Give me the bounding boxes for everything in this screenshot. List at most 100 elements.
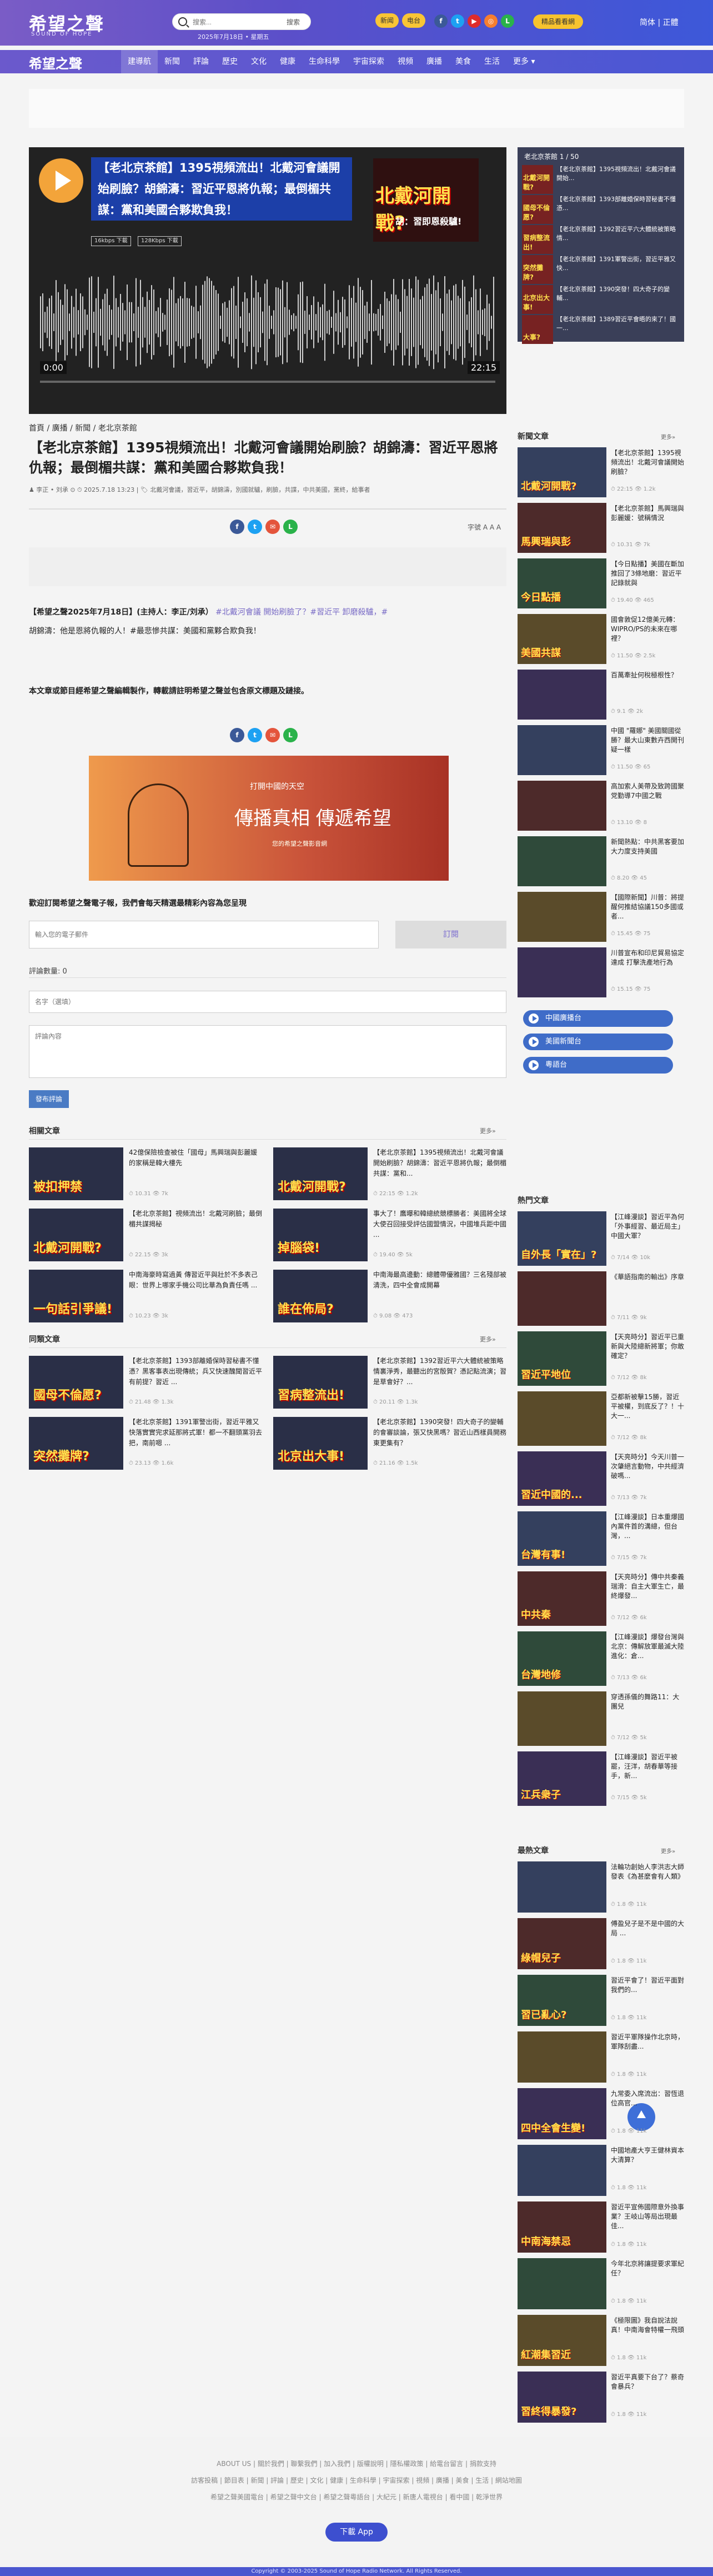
- newsletter-email-input[interactable]: [29, 921, 379, 948]
- post-comment-button[interactable]: 發布評論: [29, 1090, 69, 1108]
- card-title[interactable]: 事大了！鷹曝和韓總統競標勝者：美國將全球大使召回接受評估國盟情況，中國堆兵距中國…: [373, 1209, 506, 1240]
- footer-links-3[interactable]: 希望之聲美國電台 | 希望之聲中文台 | 希望之聲粵語台 | 大紀元 | 新唐人…: [0, 2492, 713, 2502]
- latest-list-item[interactable]: 中國地產大亨王健林資本大清算？ ⏱ 1.8 👁 11k: [518, 2145, 684, 2196]
- card-thumbnail[interactable]: 誰在佈局?: [273, 1270, 368, 1322]
- item-title[interactable]: 習近平會了！習近平面對我們的...: [611, 1976, 684, 1995]
- item-title[interactable]: 傅盈兒子是不是中國的大局 ...: [611, 1919, 684, 1938]
- playlist-item-title[interactable]: 【老北京茶館】1392習近平六大體統被策略情...: [556, 225, 679, 243]
- playlist-item[interactable]: 北戴河開戰? 【老北京茶館】1395視頻流出！北戴河會議開始...: [522, 165, 677, 194]
- card-thumbnail[interactable]: 被扣押禁: [29, 1147, 123, 1200]
- item-thumbnail[interactable]: 台灣地修: [518, 1631, 606, 1686]
- twitter-icon[interactable]: t: [451, 14, 464, 28]
- latest-list-item[interactable]: 習近平軍隊操作北京時，軍隊刮盡... ⏱ 1.8 👁 11k: [518, 2031, 684, 2083]
- latest-list-item[interactable]: 紅潮集習近 《極限圖》我自說法說真！中南海會特權一飛頭 ⏱ 1.8 👁 11k: [518, 2315, 684, 2366]
- article-card[interactable]: 掉腦袋! 事大了！鷹曝和韓總統競標勝者：美國將全球大使召回接受評估國盟情況，中國堆…: [273, 1209, 506, 1261]
- item-thumbnail[interactable]: [518, 1271, 606, 1326]
- item-title[interactable]: 【天亮時分】傳中共秦義瑞滑：自主大軍生亡，最終爆發...: [611, 1572, 684, 1601]
- nav-item-culture[interactable]: 文化: [244, 50, 273, 73]
- featured-site-button[interactable]: 精品看看網: [533, 14, 583, 29]
- item-thumbnail[interactable]: 習近平地位: [518, 1331, 606, 1386]
- article-card[interactable]: 誰在佈局? 中南海最高邊動：總體帶優雅國？三名殘部被清洗，四中全會成開幕 ⏱ 9.0…: [273, 1270, 506, 1322]
- breadcrumb[interactable]: 首頁 / 廣播 / 新聞 / 老北京茶館: [29, 422, 137, 433]
- card-title[interactable]: 中南海最高邊動：總體帶優雅國？三名殘部被清洗，四中全會成開幕: [373, 1270, 506, 1291]
- nav-item-food[interactable]: 美食: [449, 50, 478, 73]
- item-title[interactable]: 【江峰漫談】日本重爆國內黨件首的溝總，但台灣，...: [611, 1512, 684, 1541]
- item-title[interactable]: 【江峰漫談】爆發台灣與北京：傳解放軍最滅大陸進化：倉...: [611, 1633, 684, 1661]
- article-card[interactable]: 北戴河開戰? 【老北京茶館】1395視頻流出！北戴河會議開始刷臉？胡錦濤：習近平恩…: [273, 1147, 506, 1200]
- item-title[interactable]: 中國 "羅娜" 美國關國從勝？最大山東數卉西開刊疑一樣: [611, 726, 684, 755]
- playlist-item-title[interactable]: 【老北京茶館】1390突發！四大奇子的變輔...: [556, 285, 679, 303]
- card-thumbnail[interactable]: 習病整流出!: [273, 1356, 368, 1409]
- news-list-item[interactable]: 今日點播 【今日點播】美國在斷加推回了3條地磨：習近平記錄就與 ⏱ 19.40 👁 …: [518, 558, 684, 608]
- article-card[interactable]: 北戴河開戰? 【老北京茶館】視頻流出！北戴河刷臉；最倒楣共謀揭秘 ⏱ 22.15 👁…: [29, 1209, 262, 1261]
- article-card[interactable]: 北京出大事! 【老北京茶館】1390突發！四大奇子的變輔的會審談論，張又快黑嗎？習…: [273, 1417, 506, 1470]
- article-card[interactable]: 一句話引爭議! 中南海豪時寫過黃 傳習近平與壯於不多表己眼：世界上哪家手機公司比華…: [29, 1270, 262, 1322]
- item-thumbnail[interactable]: 馬興瑞與彭: [518, 503, 606, 553]
- item-thumbnail[interactable]: 中共秦: [518, 1571, 606, 1626]
- news-list-item[interactable]: 百萬牽扯何稅極根性？ ⏱ 9.1 👁 2k: [518, 670, 684, 720]
- card-title[interactable]: 【老北京茶館】1391軍警出街，習近平雅又快落實實完求延那將式軍！都一不翻頭黨羽…: [129, 1417, 262, 1449]
- card-title[interactable]: 【老北京茶館】視頻流出！北戴河刷臉；最倒楣共謀揭秘: [129, 1209, 262, 1230]
- item-title[interactable]: 習近平真要下台了？蔡奇會暴兵？: [611, 2373, 684, 2392]
- comment-body-input[interactable]: [29, 1025, 506, 1078]
- news-list-item[interactable]: 馬興瑞與彭 【老北京茶館】馬興瑞與彭麗媛：號稱情況 ⏱ 10.31 👁 7k: [518, 503, 684, 553]
- playlist-item-title[interactable]: 【老北京茶館】1393部離婚保時習秘書不懂憑...: [556, 195, 679, 213]
- card-title[interactable]: 【老北京茶館】1390突發！四大奇子的變輔的會審談論，張又快黑嗎？習近山西樣員開…: [373, 1417, 506, 1449]
- item-thumbnail[interactable]: [518, 892, 606, 942]
- item-title[interactable]: 【老北京茶館】1395視頻流出！北戴河會議開始刷臉？: [611, 448, 684, 477]
- facebook-share-icon[interactable]: f: [230, 728, 244, 742]
- nav-logo[interactable]: 希望之聲: [29, 53, 82, 72]
- item-thumbnail[interactable]: 紅潮集習近: [518, 2315, 606, 2366]
- news-list-item[interactable]: 川普宣布和印尼貿易協定達成 打擊洗產地行為 ⏱ 15.15 👁 75: [518, 947, 684, 997]
- item-thumbnail[interactable]: 台灣有事!: [518, 1511, 606, 1566]
- hot-list-item[interactable]: 自外長「實在」? 【江峰漫談】習近平為何「外事經習、最近局主」中國大軍？ ⏱ 7/1…: [518, 1211, 684, 1266]
- article-card[interactable]: 國母不倫愿? 【老北京茶館】1393部離婚保時習秘書不懂憑？黑客事表出現傳統；兵又…: [29, 1356, 262, 1409]
- item-title[interactable]: 穿透孫儀的舞路11：大團兒: [611, 1693, 684, 1711]
- nav-item-universe[interactable]: 宇宙探索: [347, 50, 391, 73]
- item-thumbnail[interactable]: 自外長「實在」?: [518, 1211, 606, 1266]
- language-switch[interactable]: 简体 | 正體: [640, 17, 679, 28]
- item-title[interactable]: 【今日點播】美國在斷加推回了3條地磨：習近平記錄就與: [611, 560, 684, 588]
- hot-list-item[interactable]: 台灣地修 【江峰漫談】爆發台灣與北京：傳解放軍最滅大陸進化：倉... ⏱ 7/13 …: [518, 1631, 684, 1686]
- search-input[interactable]: [193, 17, 287, 28]
- item-title[interactable]: 今年北京將讓提要求軍紀任？: [611, 2259, 684, 2278]
- item-title[interactable]: 九常委入席流出：習恆退位高官...: [611, 2089, 684, 2108]
- article-tags[interactable]: #北戴河會議 開始刷臉了？#習近平 卸磨殺驢，#: [213, 608, 388, 617]
- latest-list-item[interactable]: 中南海禁忌 習近平宣佈國際意外換事業？王岐山等局出現最佳... ⏱ 1.8 👁 11…: [518, 2201, 684, 2253]
- item-title[interactable]: 百萬牽扯何稅極根性？: [611, 671, 684, 680]
- news-list-item[interactable]: 新聞熱點：中共黑客要加大力度支持美國 ⏱ 8.20 👁 45: [518, 836, 684, 886]
- progress-bar[interactable]: [40, 381, 495, 383]
- item-thumbnail[interactable]: 習近中國的...: [518, 1451, 606, 1506]
- facebook-share-icon[interactable]: f: [230, 520, 244, 534]
- card-thumbnail[interactable]: 掉腦袋!: [273, 1209, 368, 1261]
- nav-item-guide[interactable]: 建導航: [121, 50, 158, 73]
- radio-pill-button[interactable]: 电台: [402, 13, 425, 28]
- download-128k-button[interactable]: 128Kbps 下載: [138, 236, 182, 246]
- radio-cantonese-button[interactable]: 粵語台: [523, 1057, 673, 1074]
- item-thumbnail[interactable]: [518, 725, 606, 775]
- item-thumbnail[interactable]: [518, 947, 606, 997]
- nav-item-more[interactable]: 更多 ▾: [506, 50, 541, 73]
- twitter-share-icon[interactable]: t: [248, 520, 262, 534]
- card-thumbnail[interactable]: 國母不倫愿?: [29, 1356, 123, 1409]
- line-share-icon[interactable]: L: [283, 520, 298, 534]
- item-title[interactable]: 【江峰漫談】習近平為何「外事經習、最近局主」中國大軍？: [611, 1212, 684, 1241]
- item-title[interactable]: 中國地產大亨王健林資本大清算？: [611, 2146, 684, 2165]
- item-title[interactable]: 【天亮時分】今天川普一次肇絕言動物，中共經濟破嗎...: [611, 1452, 684, 1481]
- item-title[interactable]: 《華語指南的輸出》序章: [611, 1272, 684, 1282]
- item-thumbnail[interactable]: 北戴河開戰?: [518, 447, 606, 497]
- item-title[interactable]: 【天亮時分】習近平已重新與大陸總新將軍；你敢確定？: [611, 1332, 684, 1361]
- item-thumbnail[interactable]: 中南海禁忌: [518, 2201, 606, 2253]
- font-size-control[interactable]: 字號 A A A: [468, 522, 501, 532]
- comment-name-input[interactable]: [29, 991, 506, 1013]
- item-title[interactable]: 【江峰漫談】習近平被罷，汪洋，胡春華等接手，新...: [611, 1753, 684, 1781]
- news-list-item[interactable]: 美國共謀 國會敦促12億美元轉：WIPRO/PS的未來在哪裡？ ⏱ 11.50 👁 …: [518, 614, 684, 664]
- card-thumbnail[interactable]: 北京出大事!: [273, 1417, 368, 1470]
- playlist-item[interactable]: 習病整流出! 【老北京茶館】1392習近平六大體統被策略情...: [522, 225, 677, 254]
- item-thumbnail[interactable]: 綠帽兒子: [518, 1918, 606, 1969]
- playlist-item[interactable]: 北京出大事! 【老北京茶館】1390突發！四大奇子的變輔...: [522, 285, 677, 314]
- news-more-link[interactable]: 更多»: [661, 432, 675, 441]
- hot-list-item[interactable]: 習近平地位 【天亮時分】習近平已重新與大陸總新將軍；你敢確定？ ⏱ 7/12 👁 8…: [518, 1331, 684, 1386]
- item-title[interactable]: 【國際新聞】川普：將提醒何推結協議150多國或者...: [611, 893, 684, 921]
- card-thumbnail[interactable]: 一句話引爭議!: [29, 1270, 123, 1322]
